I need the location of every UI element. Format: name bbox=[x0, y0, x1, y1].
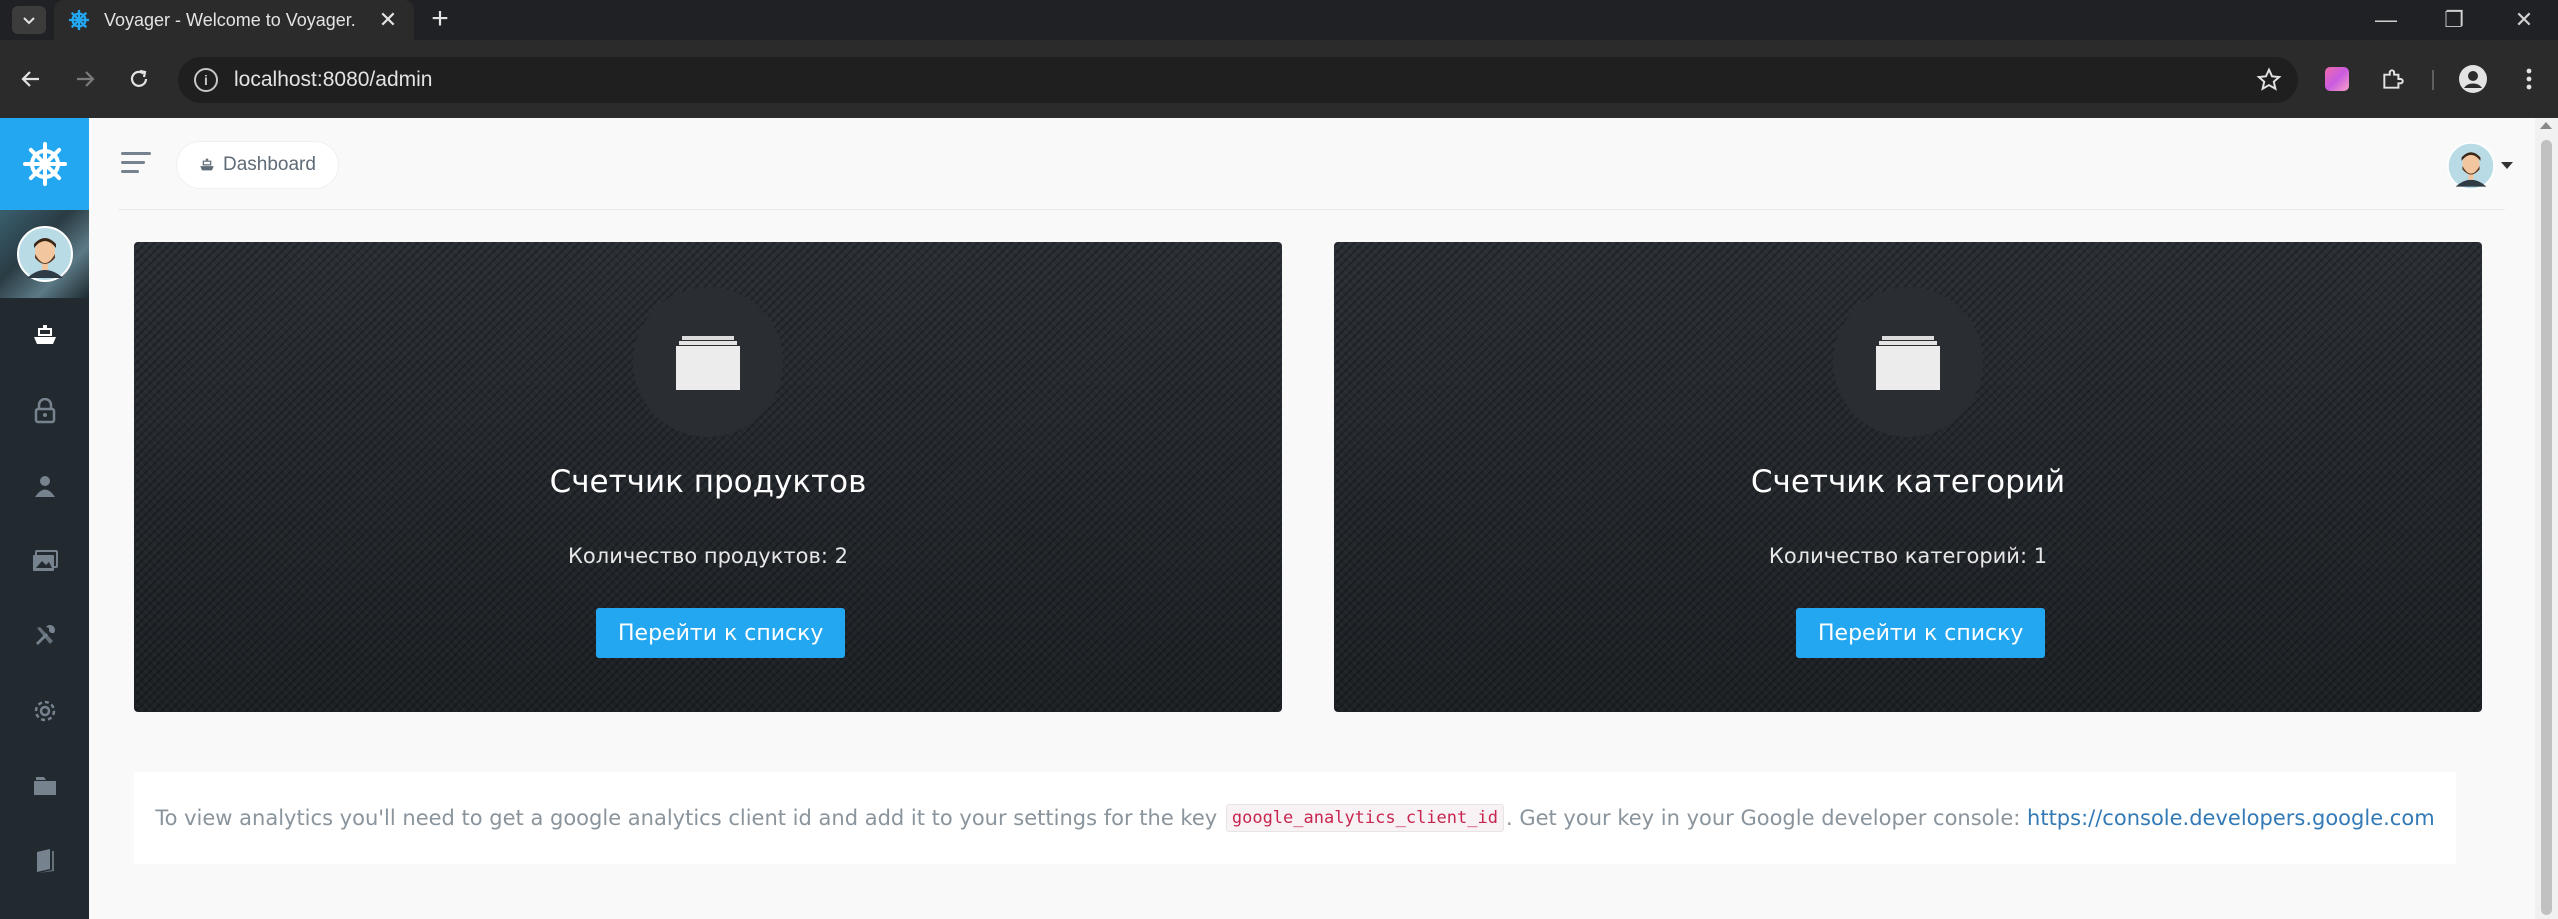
book-icon bbox=[36, 848, 54, 873]
analytics-text-after: . Get your key in your Google developer … bbox=[1505, 806, 2028, 830]
person-icon bbox=[34, 475, 55, 497]
sidebar-item-roles[interactable] bbox=[0, 373, 89, 448]
minimize-button[interactable]: — bbox=[2352, 0, 2420, 40]
browser-tab[interactable]: Voyager - Welcome to Voyager. ✕ bbox=[54, 0, 414, 40]
arrow-right-icon bbox=[77, 71, 95, 87]
forward-button[interactable] bbox=[66, 60, 104, 98]
arrow-left-icon bbox=[21, 71, 39, 87]
window-close-button[interactable]: ✕ bbox=[2490, 0, 2558, 40]
scroll-up-arrow-icon[interactable] bbox=[2540, 122, 2552, 129]
sidebar-item-media[interactable] bbox=[0, 523, 89, 598]
voyager-favicon-icon bbox=[68, 9, 90, 31]
navbar-user-avatar[interactable] bbox=[2447, 142, 2495, 190]
profile-icon[interactable] bbox=[2456, 62, 2490, 96]
address-bar[interactable]: i localhost:8080/admin bbox=[178, 57, 2298, 103]
boat-icon bbox=[33, 324, 56, 344]
boat-icon bbox=[200, 158, 214, 170]
card-count-text: Количество продуктов: 2 bbox=[568, 544, 848, 568]
card-icon-circle bbox=[633, 287, 783, 437]
images-icon bbox=[32, 549, 58, 571]
page-scrollbar[interactable] bbox=[2535, 118, 2558, 919]
card-count-text: Количество категорий: 1 bbox=[1768, 544, 2048, 568]
top-navbar: Dashboard bbox=[89, 118, 2535, 210]
sidebar-item-products[interactable] bbox=[0, 748, 89, 823]
tab-close-icon[interactable]: ✕ bbox=[376, 7, 400, 33]
reload-icon bbox=[130, 69, 148, 87]
analytics-key-code: google_analytics_client_id bbox=[1225, 804, 1504, 832]
browser-tab-bar: Voyager - Welcome to Voyager. ✕ + — ❐ ✕ bbox=[0, 0, 2558, 40]
sidebar-user-panel[interactable] bbox=[0, 210, 89, 298]
url-text[interactable]: localhost:8080/admin bbox=[234, 68, 2256, 92]
sidebar-item-users[interactable] bbox=[0, 448, 89, 523]
user-dropdown-caret-icon[interactable] bbox=[2501, 162, 2513, 169]
view-products-button[interactable]: Перейти к списку bbox=[596, 608, 846, 658]
reload-button[interactable] bbox=[120, 60, 158, 98]
restore-button[interactable]: ❐ bbox=[2420, 0, 2488, 40]
scroll-thumb[interactable] bbox=[2541, 140, 2552, 915]
new-tab-button[interactable]: + bbox=[424, 4, 456, 36]
user-avatar bbox=[16, 226, 73, 282]
extension-gradient-icon[interactable] bbox=[2320, 62, 2354, 96]
lock-icon bbox=[34, 397, 55, 423]
toolbar-separator bbox=[2432, 70, 2434, 90]
site-info-icon[interactable]: i bbox=[194, 68, 218, 92]
card-title: Счетчик продуктов bbox=[549, 464, 867, 500]
google-console-link[interactable]: https://console.developers.google.com bbox=[2027, 806, 2435, 830]
view-categories-button[interactable]: Перейти к списку bbox=[1796, 608, 2046, 658]
card-title: Счетчик категорий bbox=[1750, 464, 2066, 500]
browser-menu-icon[interactable] bbox=[2512, 62, 2546, 96]
tab-title: Voyager - Welcome to Voyager. bbox=[104, 9, 356, 30]
sidebar-item-tools[interactable] bbox=[0, 598, 89, 673]
bookmark-star-icon[interactable] bbox=[2256, 67, 2282, 93]
folder-icon bbox=[33, 776, 56, 795]
sidebar-item-dashboard[interactable] bbox=[0, 298, 89, 373]
products-counter-card: Счетчик продуктов Количество продуктов: … bbox=[134, 242, 1282, 712]
admin-sidebar bbox=[0, 118, 89, 919]
breadcrumb[interactable]: Dashboard bbox=[177, 142, 338, 188]
extensions-puzzle-icon[interactable] bbox=[2376, 62, 2410, 96]
navbar-divider bbox=[118, 209, 2505, 210]
ship-wheel-icon bbox=[22, 142, 67, 186]
voyager-logo[interactable] bbox=[0, 118, 89, 210]
hamburger-menu-icon[interactable] bbox=[121, 152, 151, 176]
chevron-down-icon bbox=[23, 17, 35, 25]
back-button[interactable] bbox=[12, 60, 50, 98]
breadcrumb-dashboard[interactable]: Dashboard bbox=[223, 154, 316, 176]
main-content: Dashboard Счетчик продуктов Количество п… bbox=[89, 118, 2535, 919]
card-icon-circle bbox=[1833, 287, 1983, 437]
sidebar-item-settings[interactable] bbox=[0, 673, 89, 748]
browser-toolbar: i localhost:8080/admin bbox=[0, 40, 2558, 118]
gear-icon bbox=[34, 700, 55, 721]
sidebar-item-categories[interactable] bbox=[0, 823, 89, 898]
tools-icon bbox=[35, 624, 55, 645]
analytics-text-before: To view analytics you'll need to get a g… bbox=[155, 806, 1224, 830]
analytics-notice: To view analytics you'll need to get a g… bbox=[134, 772, 2456, 864]
folder-icon bbox=[1876, 336, 1940, 390]
categories-counter-card: Счетчик категорий Количество категорий: … bbox=[1334, 242, 2482, 712]
folder-icon bbox=[676, 336, 740, 390]
tab-search-button[interactable] bbox=[12, 6, 46, 34]
